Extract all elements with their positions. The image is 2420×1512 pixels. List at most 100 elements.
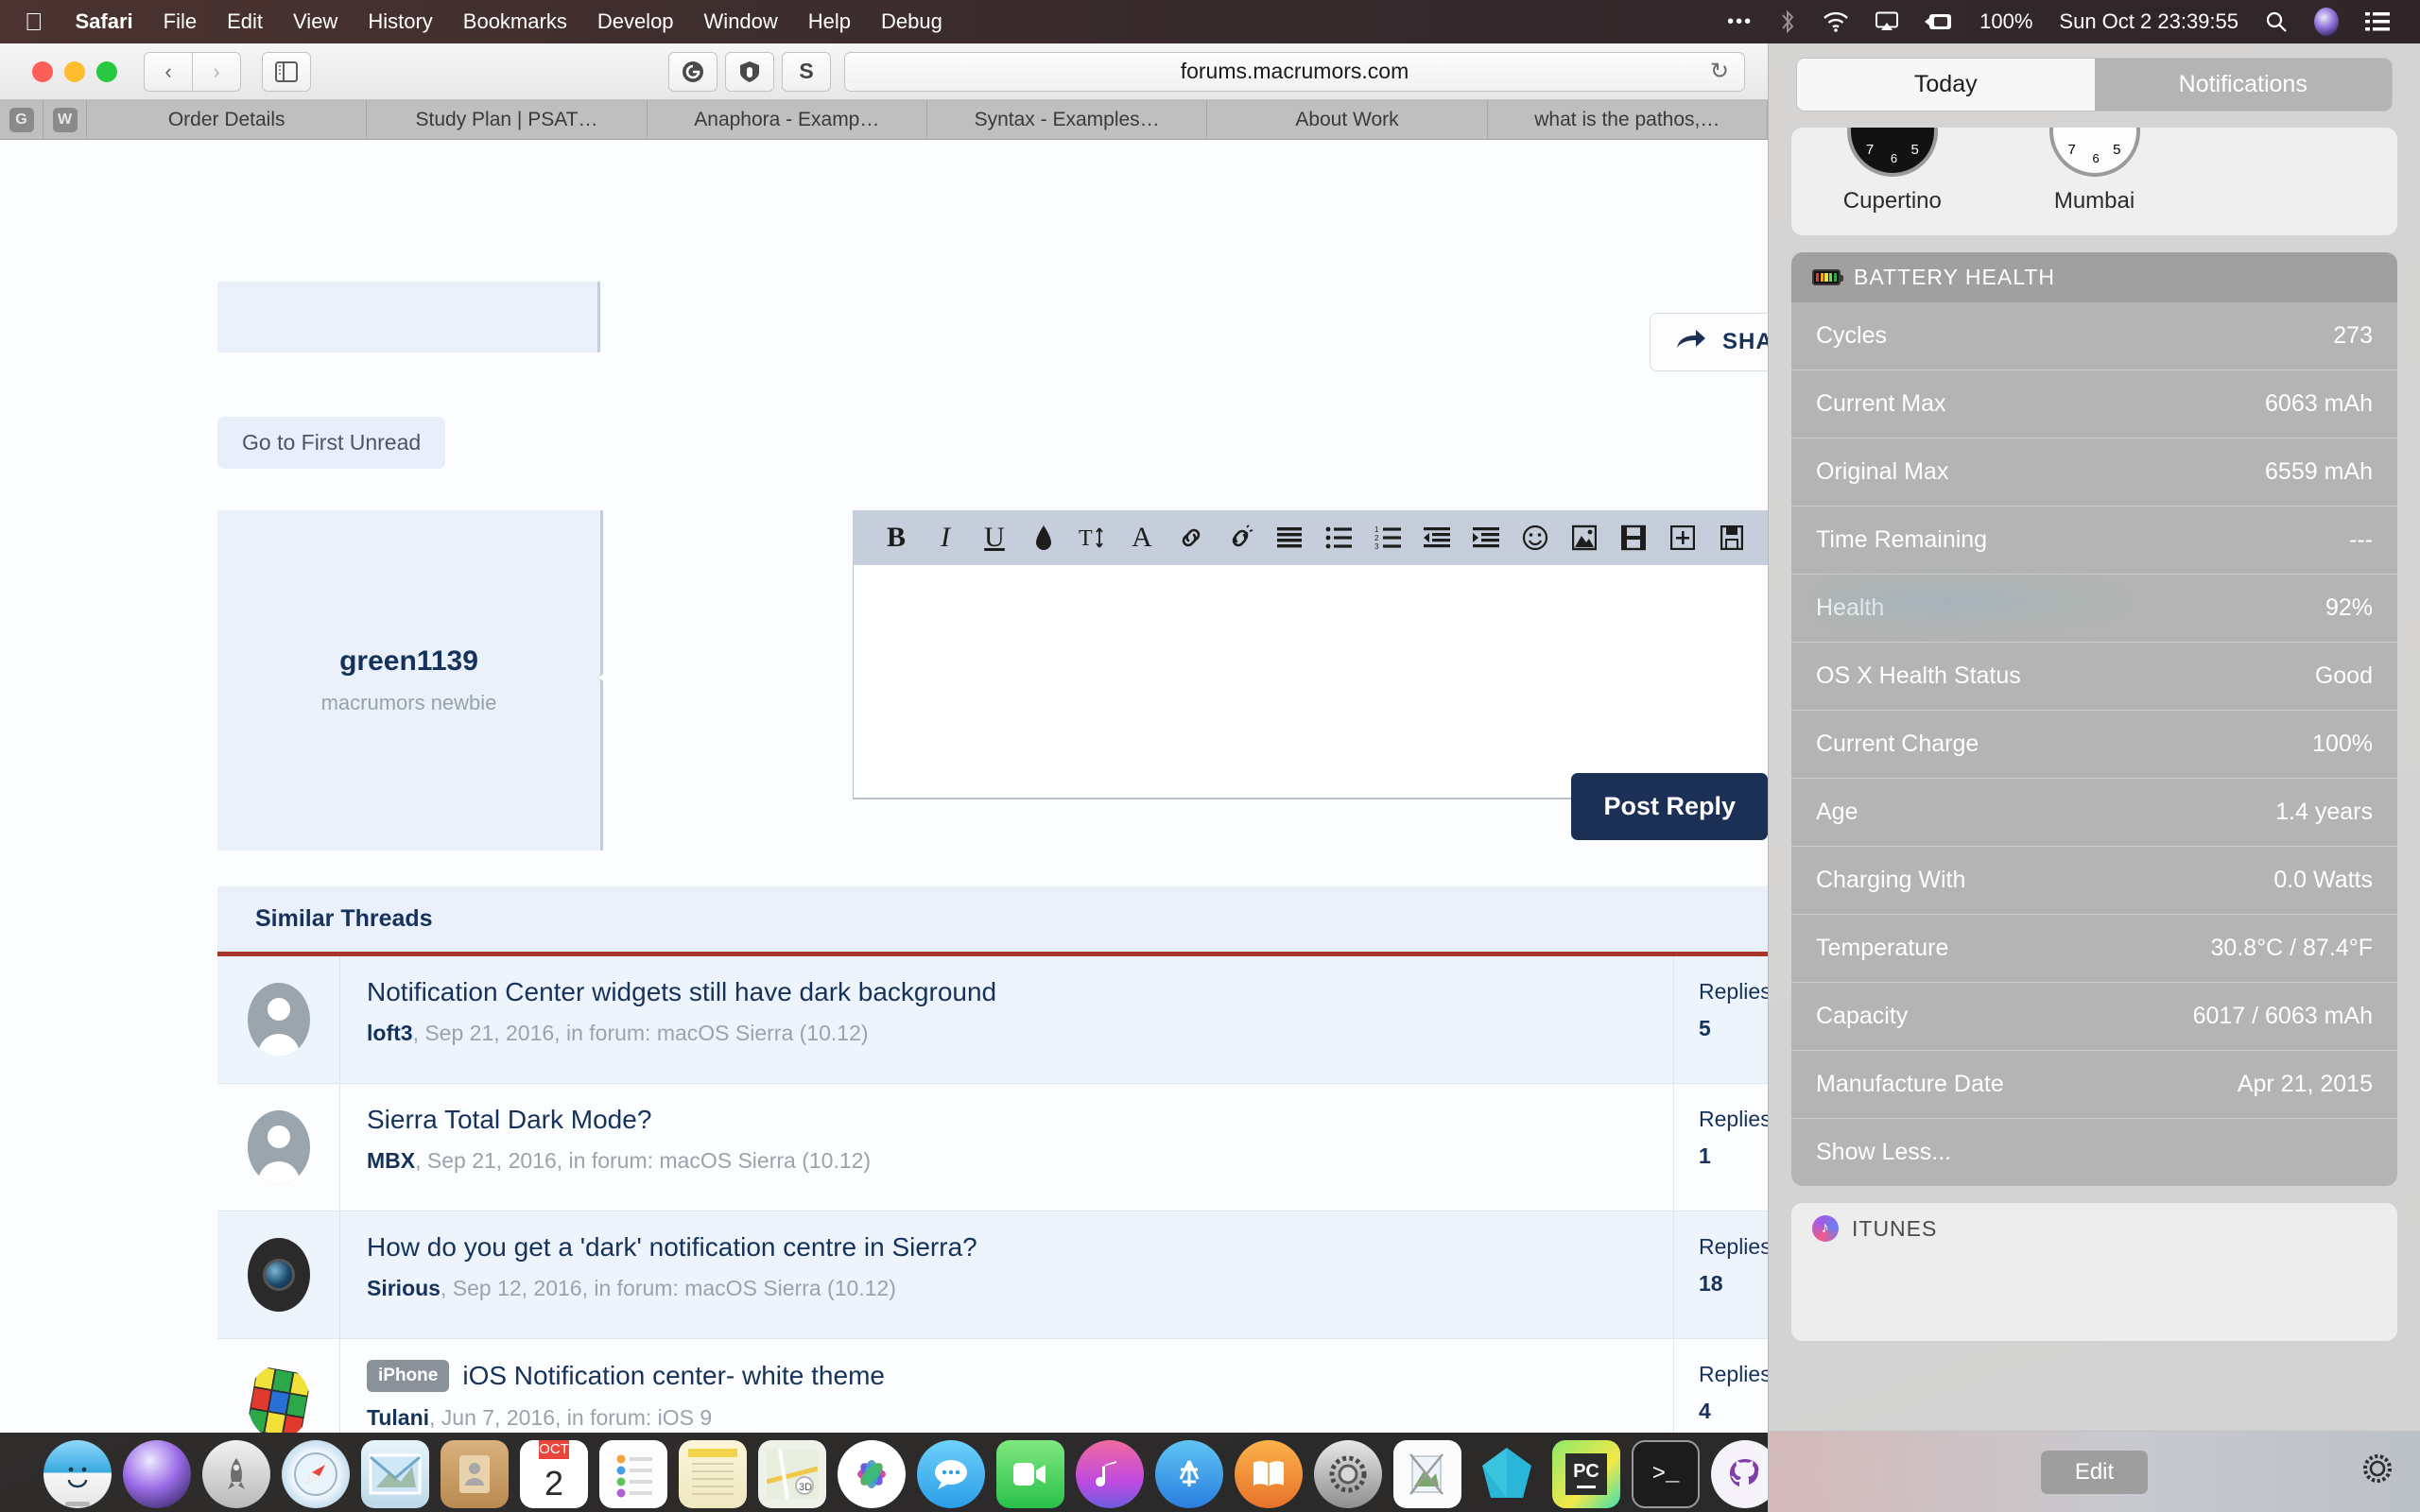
dock-item-finder[interactable] <box>43 1440 112 1508</box>
battery-plugged-icon[interactable] <box>1911 13 1966 30</box>
unlink-icon[interactable] <box>1216 513 1265 562</box>
dock-item-itunes[interactable] <box>1076 1440 1144 1508</box>
thread-title-link[interactable]: Sierra Total Dark Mode? <box>367 1105 651 1135</box>
dock-item-reminders[interactable] <box>599 1440 667 1508</box>
image-icon[interactable] <box>1560 513 1609 562</box>
edit-button[interactable]: Edit <box>2040 1450 2149 1494</box>
reply-author-name[interactable]: green1139 <box>339 645 478 678</box>
itunes-header[interactable]: ♪ ITUNES <box>1791 1203 2397 1254</box>
bluetooth-icon[interactable] <box>1766 9 1809 34</box>
tab-today[interactable]: Today <box>1797 59 2095 111</box>
menu-item-safari[interactable]: Safari <box>60 0 148 43</box>
ellipsis-icon[interactable]: ••• <box>1714 0 1766 43</box>
share-button[interactable]: SHAR <box>1650 313 1768 371</box>
wifi-icon[interactable] <box>1809 11 1862 32</box>
dock-item-notes[interactable] <box>679 1440 747 1508</box>
dock-item-preview[interactable] <box>1393 1440 1461 1508</box>
zoom-window-button[interactable] <box>96 60 117 82</box>
close-window-button[interactable] <box>32 60 53 82</box>
dock-item-pycharm[interactable]: PC <box>1552 1440 1620 1508</box>
thread-author[interactable]: Sirious <box>367 1276 441 1300</box>
thread-title-link[interactable]: iOS Notification center- white theme <box>462 1361 885 1391</box>
menu-item-debug[interactable]: Debug <box>866 0 958 43</box>
table-row[interactable]: How do you get a 'dark' notification cen… <box>217 1211 1768 1339</box>
outdent-icon[interactable] <box>1412 513 1461 562</box>
font-family-icon[interactable]: A <box>1117 513 1167 562</box>
numbered-list-icon[interactable]: 1 2 3 <box>1363 513 1412 562</box>
dock-item-mail[interactable] <box>361 1440 429 1508</box>
thread-title-link[interactable]: Notification Center widgets still have d… <box>367 977 996 1007</box>
post-reply-button[interactable]: Post Reply <box>1571 773 1768 840</box>
spotlight-search-icon[interactable] <box>2252 10 2301 33</box>
favorite-tab-w[interactable]: W <box>43 100 87 139</box>
insert-icon[interactable] <box>1658 513 1707 562</box>
tab-study-plan[interactable]: Study Plan | PSAT… <box>367 100 648 139</box>
tab-what-is-the-pathos[interactable]: what is the pathos,… <box>1488 100 1768 139</box>
apple-menu-icon[interactable]:  <box>21 1 60 43</box>
s-extension-icon[interactable]: S <box>782 51 831 92</box>
dock-item-contacts[interactable] <box>441 1440 509 1508</box>
text-color-icon[interactable] <box>1019 513 1068 562</box>
adblock-extension-icon[interactable] <box>725 51 774 92</box>
dock-item-messages[interactable] <box>917 1440 985 1508</box>
draft-save-icon[interactable] <box>1707 513 1756 562</box>
siri-icon[interactable] <box>2301 8 2352 36</box>
table-row[interactable]: Notification Center widgets still have d… <box>217 956 1768 1084</box>
dock-item-safari[interactable] <box>282 1440 350 1508</box>
go-to-first-unread-button[interactable]: Go to First Unread <box>217 417 446 469</box>
table-row[interactable]: Sierra Total Dark Mode? MBX, Sep 21, 201… <box>217 1084 1768 1211</box>
menu-item-view[interactable]: View <box>278 0 353 43</box>
menu-item-history[interactable]: History <box>353 0 447 43</box>
font-size-icon[interactable]: T <box>1068 513 1117 562</box>
dock-item-calendar[interactable]: OCT 2 <box>520 1440 588 1508</box>
underline-icon[interactable]: U <box>970 513 1019 562</box>
clock-mumbai[interactable]: 7 6 5 Mumbai <box>1994 128 2196 215</box>
dock-item-ibooks[interactable] <box>1235 1440 1303 1508</box>
smilie-icon[interactable] <box>1511 513 1560 562</box>
menu-item-edit[interactable]: Edit <box>212 0 278 43</box>
back-button[interactable]: ‹ <box>144 51 193 92</box>
table-row[interactable]: iPhone iOS Notification center- white th… <box>217 1339 1768 1433</box>
link-icon[interactable] <box>1167 513 1216 562</box>
italic-icon[interactable]: I <box>921 513 970 562</box>
dock-item-sketch[interactable] <box>1473 1440 1541 1508</box>
reload-icon[interactable]: ↻ <box>1710 58 1729 85</box>
airplay-icon[interactable] <box>1862 11 1911 32</box>
menu-item-window[interactable]: Window <box>689 0 793 43</box>
thread-author[interactable]: MBX <box>367 1148 415 1173</box>
battery-health-header[interactable]: BATTERY HEALTH <box>1791 252 2397 302</box>
tab-about-work[interactable]: About Work <box>1207 100 1488 139</box>
dock-item-launchpad[interactable] <box>202 1440 270 1508</box>
undo-icon[interactable] <box>1756 513 1768 562</box>
gear-icon[interactable] <box>2361 1452 2394 1492</box>
tab-order-details[interactable]: Order Details <box>87 100 368 139</box>
dock-item-system-preferences[interactable] <box>1314 1440 1382 1508</box>
tab-anaphora[interactable]: Anaphora - Examp… <box>648 100 927 139</box>
tab-syntax[interactable]: Syntax - Examples… <box>927 100 1208 139</box>
menu-item-bookmarks[interactable]: Bookmarks <box>448 0 582 43</box>
notification-center-icon[interactable] <box>2352 11 2403 32</box>
clock-cupertino[interactable]: 7 6 5 Cupertino <box>1791 128 1994 215</box>
dock-item-photos[interactable] <box>838 1440 906 1508</box>
dock-item-app-store[interactable] <box>1155 1440 1223 1508</box>
url-bar[interactable]: forums.macrumors.com ↻ <box>844 51 1745 92</box>
show-less-link[interactable]: Show Less... <box>1791 1119 2397 1186</box>
minimize-window-button[interactable] <box>64 60 85 82</box>
dock-item-siri[interactable] <box>123 1440 191 1508</box>
menu-bar-clock[interactable]: 100% <box>1966 9 2046 34</box>
tab-notifications[interactable]: Notifications <box>2094 59 2392 111</box>
favorite-tab-g[interactable]: G <box>0 100 43 139</box>
menu-item-develop[interactable]: Develop <box>582 0 689 43</box>
sidebar-icon[interactable] <box>262 51 311 92</box>
menu-bar-datetime[interactable]: Sun Oct 2 23:39:55 <box>2046 9 2252 34</box>
grammarly-extension-icon[interactable] <box>668 51 717 92</box>
media-icon[interactable] <box>1609 513 1658 562</box>
align-icon[interactable] <box>1265 513 1314 562</box>
dock-item-terminal[interactable]: >_ <box>1632 1440 1700 1508</box>
menu-item-file[interactable]: File <box>148 0 212 43</box>
thread-title-link[interactable]: How do you get a 'dark' notification cen… <box>367 1232 977 1263</box>
reply-text-area[interactable] <box>853 565 1768 799</box>
thread-author[interactable]: Tulani <box>367 1405 429 1430</box>
forward-button[interactable]: › <box>192 51 241 92</box>
bold-icon[interactable]: B <box>872 513 921 562</box>
